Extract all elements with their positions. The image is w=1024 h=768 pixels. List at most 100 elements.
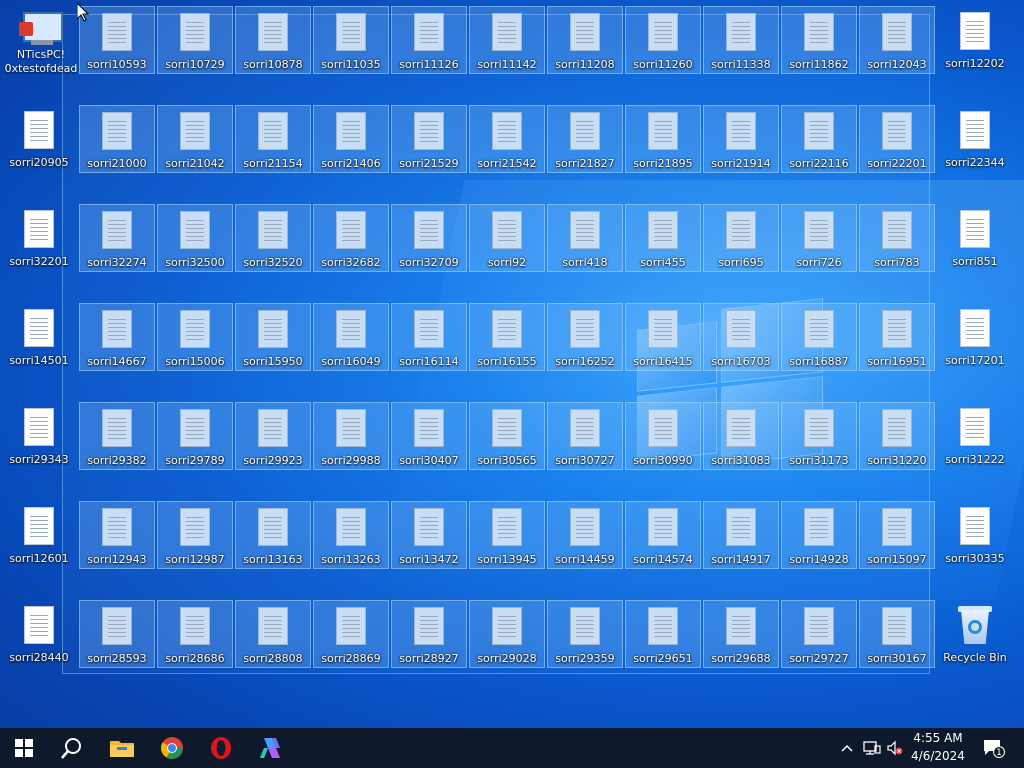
desktop-icon-text-file[interactable]: sorri32520: [235, 204, 311, 272]
desktop-icon-text-file[interactable]: sorri21895: [625, 105, 701, 173]
desktop-icon-text-file[interactable]: sorri21827: [547, 105, 623, 173]
volume-muted-icon[interactable]: [886, 740, 903, 756]
desktop-icon-text-file[interactable]: sorri31220: [859, 402, 935, 470]
desktop-icon-text-file[interactable]: sorri30335: [937, 501, 1013, 569]
desktop-icon-text-file[interactable]: sorri11142: [469, 6, 545, 74]
desktop-icon-text-file[interactable]: sorri29988: [313, 402, 389, 470]
desktop-icon-text-file[interactable]: sorri30565: [469, 402, 545, 470]
desktop-icon-text-file[interactable]: sorri28927: [391, 600, 467, 668]
desktop-icon-text-file[interactable]: sorri11862: [781, 6, 857, 74]
desktop-icon-text-file[interactable]: sorri28686: [157, 600, 233, 668]
desktop-icon-text-file[interactable]: sorri30727: [547, 402, 623, 470]
desktop-icon-text-file[interactable]: sorri15097: [859, 501, 935, 569]
desktop-icon-text-file[interactable]: sorri30167: [859, 600, 935, 668]
desktop-icon-text-file[interactable]: sorri29789: [157, 402, 233, 470]
desktop-icon-text-file[interactable]: sorri16049: [313, 303, 389, 371]
opera-button[interactable]: [197, 728, 245, 768]
desktop-icon-text-file[interactable]: sorri30407: [391, 402, 467, 470]
desktop-icon-text-file[interactable]: sorri28808: [235, 600, 311, 668]
desktop-icon-text-file[interactable]: sorri14574: [625, 501, 701, 569]
copilot-button[interactable]: [246, 728, 294, 768]
clock-time[interactable]: 4:55 AM: [908, 731, 968, 745]
desktop-icon-recycle-bin[interactable]: Recycle Bin: [937, 600, 1013, 668]
desktop-icon-text-file[interactable]: sorri15006: [157, 303, 233, 371]
desktop-icon-text-file[interactable]: sorri16951: [859, 303, 935, 371]
desktop-icon-text-file[interactable]: sorri22116: [781, 105, 857, 173]
desktop-icon-text-file[interactable]: sorri16155: [469, 303, 545, 371]
desktop-icon-text-file[interactable]: sorri13163: [235, 501, 311, 569]
desktop-icon-text-file[interactable]: sorri455: [625, 204, 701, 272]
desktop-icon-text-file[interactable]: sorri851: [937, 204, 1013, 272]
network-icon[interactable]: [863, 740, 881, 756]
desktop-icon-text-file[interactable]: sorri31173: [781, 402, 857, 470]
desktop-icon-text-file[interactable]: sorri21000: [79, 105, 155, 173]
desktop-icon-text-file[interactable]: sorri29359: [547, 600, 623, 668]
desktop-icon-text-file[interactable]: sorri31083: [703, 402, 779, 470]
desktop-icon-text-file[interactable]: sorri32201: [1, 204, 77, 272]
desktop-icon-text-file[interactable]: sorri10593: [79, 6, 155, 74]
desktop-icon-text-file[interactable]: sorri30990: [625, 402, 701, 470]
desktop-icon-text-file[interactable]: sorri12987: [157, 501, 233, 569]
desktop-icon-text-file[interactable]: sorri11208: [547, 6, 623, 74]
desktop-icon-text-file[interactable]: sorri14501: [1, 303, 77, 371]
desktop-icon-text-file[interactable]: sorri32274: [79, 204, 155, 272]
desktop-icon-text-file[interactable]: sorri16252: [547, 303, 623, 371]
desktop-icon-text-file[interactable]: sorri14928: [781, 501, 857, 569]
desktop-icon-text-file[interactable]: sorri695: [703, 204, 779, 272]
chrome-button[interactable]: [148, 728, 196, 768]
desktop-icon-text-file[interactable]: sorri21914: [703, 105, 779, 173]
desktop-icon-text-file[interactable]: sorri14667: [79, 303, 155, 371]
desktop-icon-text-file[interactable]: sorri22344: [937, 105, 1013, 173]
desktop-icon-text-file[interactable]: sorri29382: [79, 402, 155, 470]
desktop-icon-text-file[interactable]: sorri14917: [703, 501, 779, 569]
desktop-icon-text-file[interactable]: sorri12043: [859, 6, 935, 74]
search-button[interactable]: [48, 728, 96, 768]
desktop-icon-text-file[interactable]: sorri17201: [937, 303, 1013, 371]
desktop-icon-text-file[interactable]: sorri726: [781, 204, 857, 272]
show-hidden-icons-chevron-icon[interactable]: [839, 740, 855, 756]
desktop-icon-text-file[interactable]: sorri32709: [391, 204, 467, 272]
desktop-icon-text-file[interactable]: sorri14459: [547, 501, 623, 569]
desktop-icon-text-file[interactable]: sorri11260: [625, 6, 701, 74]
desktop-icon-text-file[interactable]: sorri15950: [235, 303, 311, 371]
desktop-icon-nt-program[interactable]: NTicsPC! 0xtestofdead: [5, 8, 77, 88]
desktop-icon-text-file[interactable]: sorri16703: [703, 303, 779, 371]
desktop-icon-text-file[interactable]: sorri11126: [391, 6, 467, 74]
desktop-icon-text-file[interactable]: sorri92: [469, 204, 545, 272]
desktop-icon-text-file[interactable]: sorri16887: [781, 303, 857, 371]
desktop-icon-text-file[interactable]: sorri21154: [235, 105, 311, 173]
desktop-icon-text-file[interactable]: sorri32682: [313, 204, 389, 272]
desktop-icon-text-file[interactable]: sorri16415: [625, 303, 701, 371]
desktop-icon-text-file[interactable]: sorri28869: [313, 600, 389, 668]
desktop-icon-text-file[interactable]: sorri11035: [313, 6, 389, 74]
desktop-icon-text-file[interactable]: sorri16114: [391, 303, 467, 371]
start-button[interactable]: [0, 728, 48, 768]
desktop-icon-text-file[interactable]: sorri28440: [1, 600, 77, 668]
file-explorer-button[interactable]: [98, 728, 146, 768]
desktop-icon-text-file[interactable]: sorri29343: [1, 402, 77, 470]
desktop-icon-text-file[interactable]: sorri10729: [157, 6, 233, 74]
desktop-icon-text-file[interactable]: sorri12601: [1, 501, 77, 569]
desktop-icon-text-file[interactable]: sorri13263: [313, 501, 389, 569]
desktop-icon-text-file[interactable]: sorri20905: [1, 105, 77, 173]
desktop-icon-text-file[interactable]: sorri21042: [157, 105, 233, 173]
desktop-icon-text-file[interactable]: sorri13472: [391, 501, 467, 569]
desktop-icon-text-file[interactable]: sorri21542: [469, 105, 545, 173]
desktop-icon-text-file[interactable]: sorri12202: [937, 6, 1013, 74]
desktop-icon-text-file[interactable]: sorri31222: [937, 402, 1013, 470]
desktop-icon-text-file[interactable]: sorri418: [547, 204, 623, 272]
desktop-icon-text-file[interactable]: sorri28593: [79, 600, 155, 668]
desktop-icon-text-file[interactable]: sorri22201: [859, 105, 935, 173]
clock-date[interactable]: 4/6/2024: [908, 749, 968, 763]
desktop-icon-text-file[interactable]: sorri29651: [625, 600, 701, 668]
desktop-icon-text-file[interactable]: sorri29727: [781, 600, 857, 668]
desktop-icon-text-file[interactable]: sorri32500: [157, 204, 233, 272]
desktop-icon-text-file[interactable]: sorri11338: [703, 6, 779, 74]
desktop-icon-text-file[interactable]: sorri29923: [235, 402, 311, 470]
desktop-icon-text-file[interactable]: sorri10878: [235, 6, 311, 74]
desktop-icon-text-file[interactable]: sorri29688: [703, 600, 779, 668]
desktop-icon-text-file[interactable]: sorri783: [859, 204, 935, 272]
desktop-icon-text-file[interactable]: sorri12943: [79, 501, 155, 569]
desktop-icon-text-file[interactable]: sorri13945: [469, 501, 545, 569]
notification-center-button[interactable]: 1: [983, 739, 1005, 759]
